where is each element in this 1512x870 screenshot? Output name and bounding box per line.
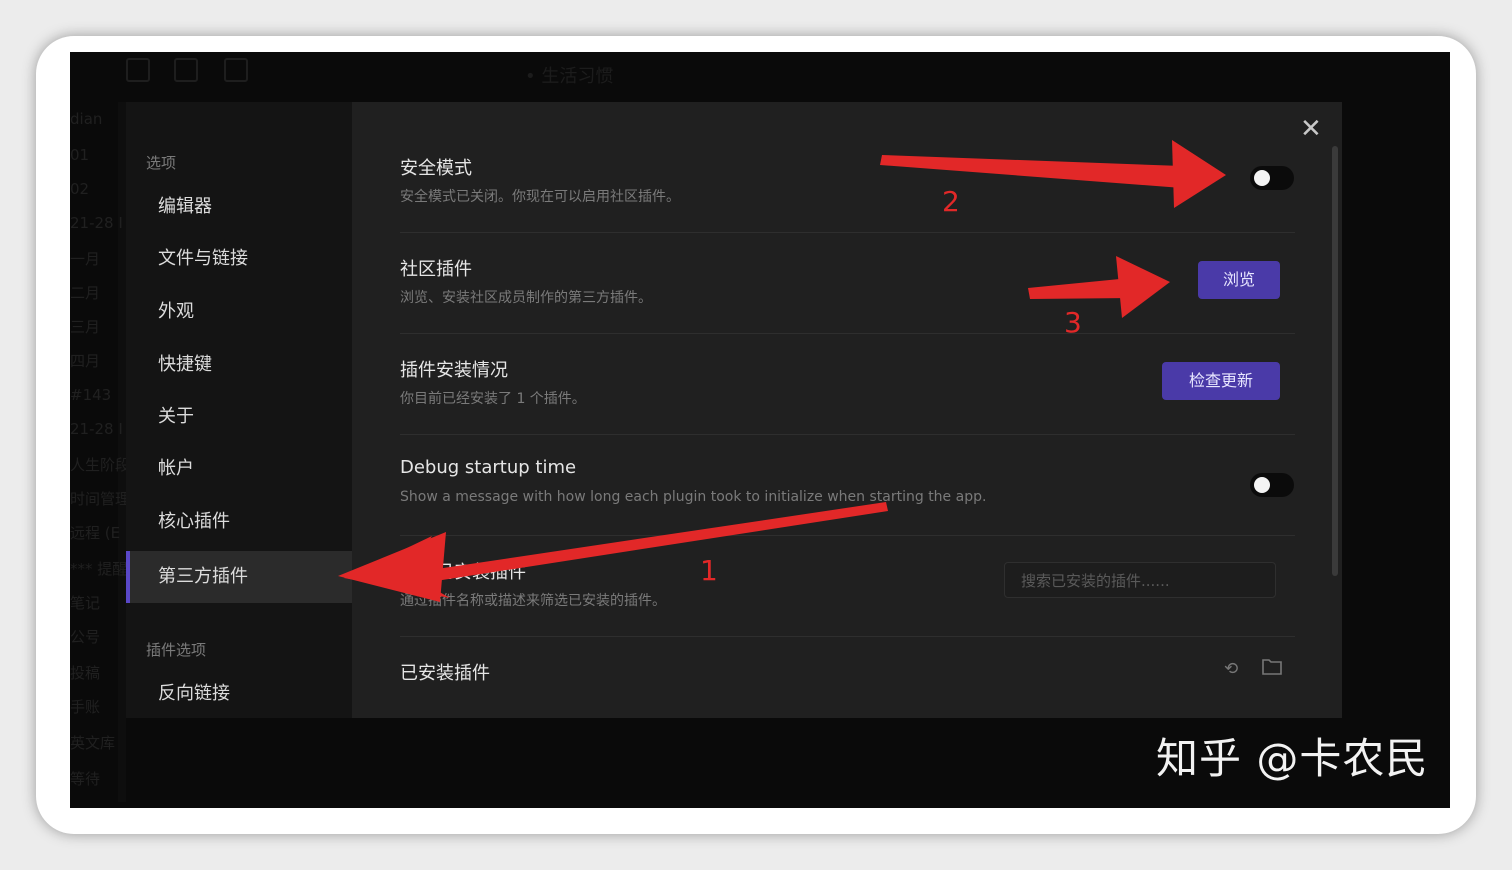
annotation-label-2: 2 <box>942 185 960 218</box>
zhihu-watermark: 知乎 @卡农民 <box>1156 734 1429 783</box>
annotation-arrows <box>338 140 1226 602</box>
arrow-1 <box>338 502 888 602</box>
annotation-label-1: 1 <box>700 554 718 587</box>
arrow-3 <box>1028 256 1170 318</box>
arrow-2 <box>880 140 1226 208</box>
annotation-label-3: 3 <box>1064 306 1082 339</box>
app-screen: • 生活习惯 dian 01 02 21-28 I 一月 二月 三月 四月 #1… <box>70 52 1450 808</box>
